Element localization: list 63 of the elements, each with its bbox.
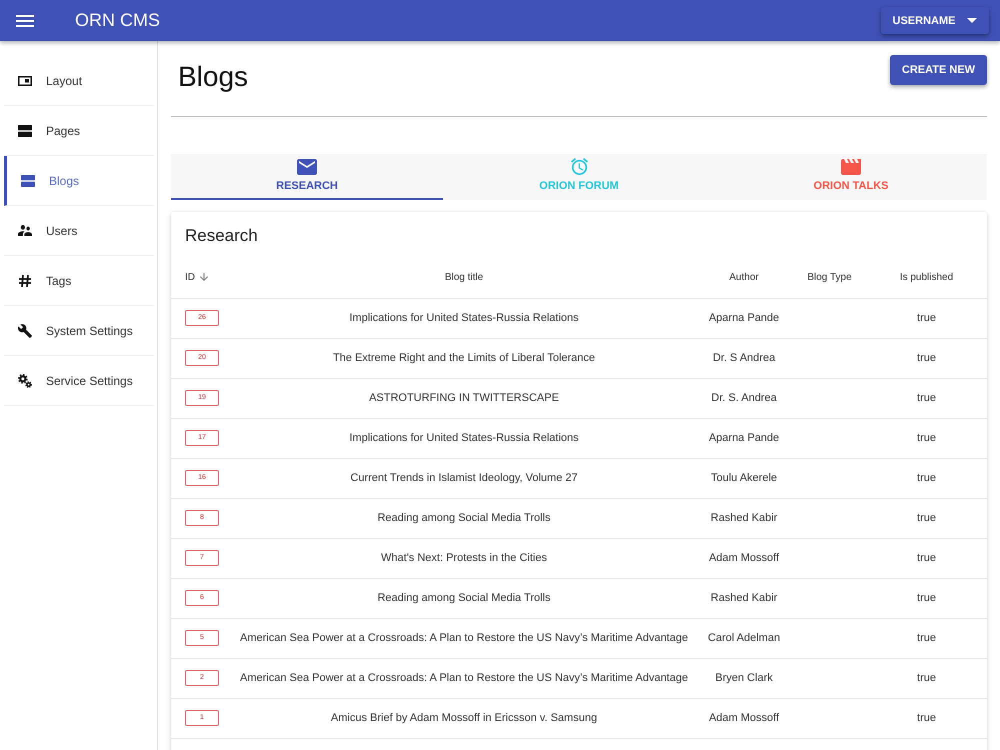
column-header[interactable]: Author bbox=[729, 272, 759, 284]
caret-icon bbox=[967, 18, 978, 23]
title-cell: ASTROTURFING IN TWITTERSCAPE bbox=[233, 378, 695, 418]
title-cell: Amicus Brief by Adam Mossoff in Ericsson v. Samsung bbox=[233, 698, 695, 738]
published-cell: true bbox=[866, 658, 987, 698]
title-cell: Implications for United States-Russia Relations bbox=[233, 418, 695, 458]
author-cell: Bryen Clark bbox=[695, 658, 793, 698]
sidebar-item[interactable]: Service Settings bbox=[4, 356, 154, 406]
published-cell: true bbox=[866, 418, 987, 458]
title-cell: Reading among Social Media Trolls bbox=[233, 498, 695, 538]
author-cell: Carol Adelman bbox=[695, 618, 793, 658]
published-cell: true bbox=[866, 498, 987, 538]
card-title: Research bbox=[184, 225, 259, 247]
column-header[interactable]: ID bbox=[185, 272, 195, 284]
published-cell: true bbox=[866, 618, 987, 658]
published-cell: true bbox=[866, 578, 987, 618]
gears-icon bbox=[18, 374, 32, 388]
sidebar-item[interactable]: Users bbox=[4, 206, 154, 256]
sidebar-item[interactable]: Tags bbox=[4, 256, 154, 306]
published-cell: true bbox=[866, 698, 987, 738]
title-cell: What's Next: Protests in the Cities bbox=[233, 538, 695, 578]
sidebar-item[interactable]: Layout bbox=[4, 56, 154, 106]
published-cell: true bbox=[866, 298, 987, 338]
stacked-bars-icon bbox=[18, 124, 32, 136]
sidebar-item[interactable]: Pages bbox=[4, 106, 154, 156]
stacked-bars-icon bbox=[21, 174, 35, 186]
user-menu-button[interactable]: USERNAME bbox=[881, 7, 989, 34]
menu-icon bbox=[16, 14, 34, 26]
title-cell: The Extreme Right and the Limits of Liberal Tolerance bbox=[233, 338, 695, 378]
tab[interactable]: RESEARCH bbox=[171, 154, 443, 200]
envelope-icon bbox=[297, 158, 317, 174]
people-icon bbox=[18, 225, 32, 236]
column-header[interactable]: Is published bbox=[900, 272, 954, 284]
page-title: Blogs bbox=[178, 63, 248, 91]
title-cell: Implications for United States-Russia Relations bbox=[233, 298, 695, 338]
column-header[interactable]: Blog title bbox=[444, 272, 484, 284]
sidebar-item[interactable]: Blogs bbox=[4, 156, 154, 206]
clapperboard-icon bbox=[841, 158, 861, 174]
title-cell: American Sea Power at a Crossroads: A Plan to Restore the US Navy’s Maritime Advantage bbox=[233, 658, 695, 698]
author-cell: Aparna Pande bbox=[695, 298, 793, 338]
author-cell: Rashed Kabir bbox=[695, 578, 793, 618]
create-new-button[interactable]: CREATE NEW bbox=[890, 55, 987, 85]
author-cell: Dr. S. Andrea bbox=[695, 378, 793, 418]
published-cell: true bbox=[866, 378, 987, 418]
sidebar-item[interactable]: System Settings bbox=[4, 306, 154, 356]
author-cell: Aparna Pande bbox=[695, 418, 793, 458]
author-cell: Toulu Akerele bbox=[695, 458, 793, 498]
column-header[interactable]: Blog Type bbox=[807, 272, 852, 284]
wrench-icon bbox=[18, 324, 32, 338]
title-cell: American Sea Power at a Crossroads: A Plan to Restore the US Navy’s Maritime Advantage bbox=[233, 618, 695, 658]
title-cell: Current Trends in Islamist Ideology, Volume 27 bbox=[233, 458, 695, 498]
published-cell: true bbox=[866, 458, 987, 498]
title-cell: Reading among Social Media Trolls bbox=[233, 578, 695, 618]
published-cell: true bbox=[866, 338, 987, 378]
author-cell: Adam Mossoff bbox=[695, 538, 793, 578]
author-cell: Rashed Kabir bbox=[695, 498, 793, 538]
author-cell: Adam Mossoff bbox=[695, 698, 793, 738]
author-cell: Dr. S Andrea bbox=[695, 338, 793, 378]
app-title: ORN CMS bbox=[75, 10, 160, 31]
published-cell: true bbox=[866, 538, 987, 578]
window-icon bbox=[18, 76, 32, 86]
hash-icon bbox=[19, 274, 31, 286]
alarm-clock-icon bbox=[570, 158, 588, 175]
